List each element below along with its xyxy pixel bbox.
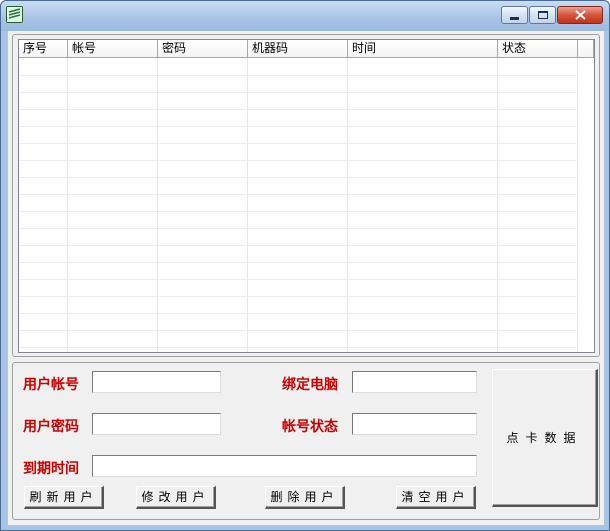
account-input[interactable] bbox=[92, 371, 221, 393]
bind-pc-label: 绑定电脑 bbox=[282, 377, 338, 393]
account-label: 用户帐号 bbox=[23, 377, 79, 393]
grid-row-line bbox=[19, 109, 578, 110]
minimize-button[interactable] bbox=[501, 6, 528, 24]
grid-column-line bbox=[67, 58, 68, 352]
password-label: 用户密码 bbox=[23, 419, 79, 435]
grid-column-line bbox=[497, 58, 498, 352]
modify-user-button[interactable]: 修改用户 bbox=[136, 486, 216, 509]
grid-row-line bbox=[19, 75, 578, 76]
account-status-label: 帐号状态 bbox=[282, 419, 338, 435]
client-area: 序号 帐号 密码 机器码 时间 状态 用户帐号 绑定电脑 用户密码 帐号状态 到… bbox=[8, 31, 604, 525]
column-header-status[interactable]: 状态 bbox=[498, 40, 578, 58]
column-header-time[interactable]: 时间 bbox=[348, 40, 498, 58]
maximize-icon bbox=[537, 11, 548, 19]
grid-row-line bbox=[19, 160, 578, 161]
grid-row-line bbox=[19, 347, 578, 348]
bind-pc-input[interactable] bbox=[352, 371, 477, 393]
grid-column-line bbox=[247, 58, 248, 352]
grid-row-line bbox=[19, 211, 578, 212]
expire-time-label: 到期时间 bbox=[23, 461, 79, 477]
main-window: 序号 帐号 密码 机器码 时间 状态 用户帐号 绑定电脑 用户密码 帐号状态 到… bbox=[0, 0, 610, 531]
grid-row-line bbox=[19, 228, 578, 229]
grid-row-line bbox=[19, 177, 578, 178]
maximize-button[interactable] bbox=[529, 6, 556, 24]
app-icon bbox=[6, 6, 23, 23]
column-header-password[interactable]: 密码 bbox=[158, 40, 248, 58]
password-input[interactable] bbox=[92, 413, 221, 435]
minimize-icon bbox=[510, 17, 519, 20]
point-card-data-button[interactable]: 点卡数据 bbox=[492, 369, 598, 507]
grid-row-line bbox=[19, 126, 578, 127]
grid-row-line bbox=[19, 194, 578, 195]
list-grid bbox=[19, 58, 594, 352]
grid-row-line bbox=[19, 296, 578, 297]
column-header-account[interactable]: 帐号 bbox=[68, 40, 158, 58]
user-list[interactable]: 序号 帐号 密码 机器码 时间 状态 bbox=[18, 39, 595, 353]
column-header-index[interactable]: 序号 bbox=[19, 40, 68, 58]
delete-user-button[interactable]: 删除用户 bbox=[265, 486, 345, 509]
close-button[interactable] bbox=[557, 6, 603, 24]
title-bar[interactable] bbox=[1, 1, 609, 31]
refresh-users-button[interactable]: 刷新用户 bbox=[24, 486, 104, 509]
account-status-input[interactable] bbox=[352, 413, 477, 435]
clear-users-button[interactable]: 清空用户 bbox=[396, 486, 476, 509]
list-header: 序号 帐号 密码 机器码 时间 状态 bbox=[19, 40, 594, 58]
grid-column-line bbox=[577, 58, 578, 352]
grid-row-line bbox=[19, 245, 578, 246]
user-form-group: 用户帐号 绑定电脑 用户密码 帐号状态 到期时间 刷新用户 修改用户 删除用户 … bbox=[12, 362, 600, 520]
grid-row-line bbox=[19, 330, 578, 331]
close-icon bbox=[574, 10, 586, 20]
grid-row-line bbox=[19, 279, 578, 280]
user-list-group: 序号 帐号 密码 机器码 时间 状态 bbox=[12, 34, 600, 357]
column-header-filler bbox=[578, 40, 594, 58]
grid-column-line bbox=[157, 58, 158, 352]
grid-column-line bbox=[347, 58, 348, 352]
grid-row-line bbox=[19, 92, 578, 93]
grid-row-line bbox=[19, 262, 578, 263]
column-header-machine-code[interactable]: 机器码 bbox=[248, 40, 348, 58]
grid-row-line bbox=[19, 143, 578, 144]
expire-time-input[interactable] bbox=[92, 455, 477, 477]
grid-row-line bbox=[19, 313, 578, 314]
